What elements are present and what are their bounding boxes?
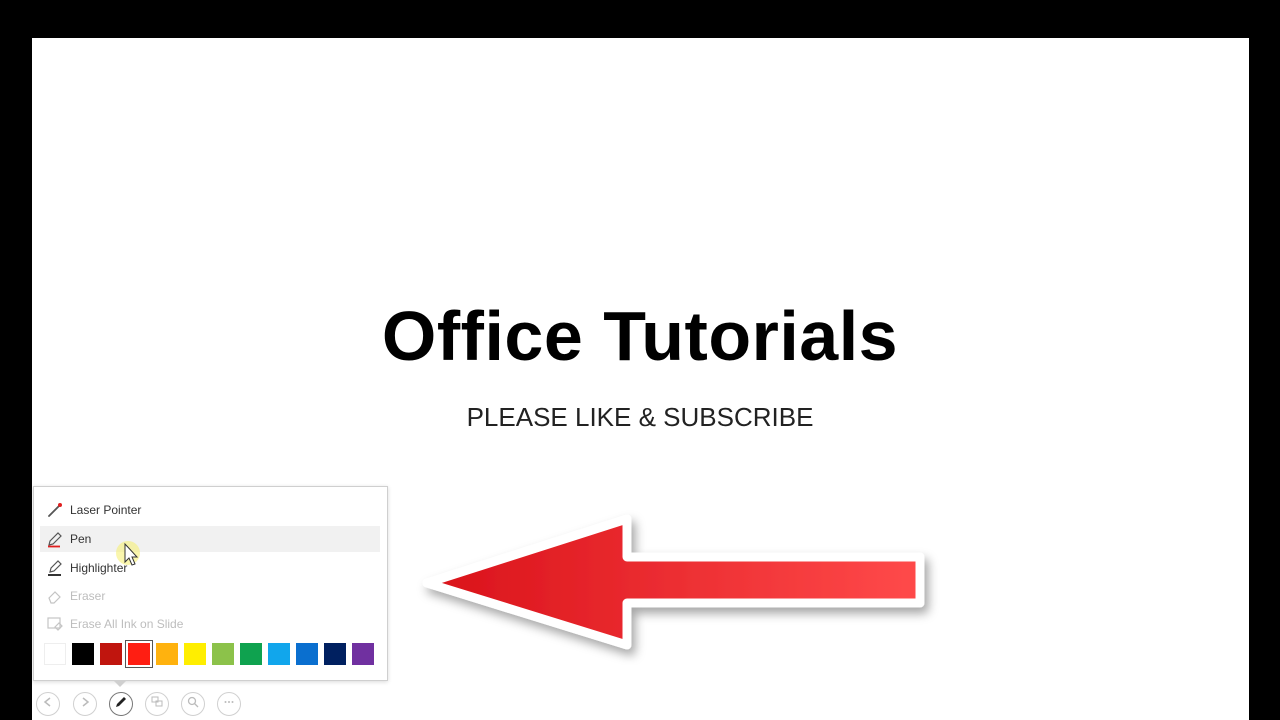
menu-item-erase-all-ink[interactable]: Erase All Ink on Slide xyxy=(40,611,380,637)
slideshow-toolbar xyxy=(30,690,260,720)
menu-item-laser-pointer[interactable]: Laser Pointer xyxy=(40,497,380,523)
see-all-slides-button[interactable] xyxy=(145,692,169,716)
laser-pointer-icon xyxy=(44,499,66,521)
color-swatch[interactable] xyxy=(352,643,374,665)
previous-slide-button[interactable] xyxy=(36,692,60,716)
color-swatch[interactable] xyxy=(125,640,153,668)
color-swatch[interactable] xyxy=(296,643,318,665)
erase-all-icon xyxy=(44,613,66,635)
menu-item-eraser[interactable]: Eraser xyxy=(40,583,380,609)
color-swatch[interactable] xyxy=(184,643,206,665)
next-icon xyxy=(79,695,91,713)
pen-icon xyxy=(44,528,66,550)
menu-item-label: Eraser xyxy=(70,589,106,603)
mouse-cursor-icon xyxy=(116,541,140,566)
highlighter-icon xyxy=(44,557,66,579)
menu-item-label: Laser Pointer xyxy=(70,503,142,517)
menu-item-highlighter[interactable]: Highlighter xyxy=(40,555,380,581)
screen: Office Tutorials PLEASE LIKE & SUBSCRIBE… xyxy=(0,0,1280,720)
next-slide-button[interactable] xyxy=(73,692,97,716)
eraser-icon xyxy=(44,585,66,607)
menu-item-pen[interactable]: Pen xyxy=(40,526,380,552)
slide-title: Office Tutorials xyxy=(381,297,899,375)
more-options-button[interactable] xyxy=(217,692,241,716)
zoom-button[interactable] xyxy=(181,692,205,716)
color-swatch[interactable] xyxy=(72,643,94,665)
menu-item-label: Erase All Ink on Slide xyxy=(70,617,184,631)
zoom-icon xyxy=(187,695,199,713)
menu-pointer-caret xyxy=(113,680,127,687)
more-options-icon xyxy=(223,695,235,713)
red-pointer-arrow-icon xyxy=(422,514,925,650)
previous-icon xyxy=(42,695,54,713)
color-swatch[interactable] xyxy=(268,643,290,665)
menu-item-label: Pen xyxy=(70,532,92,546)
pen-tool-button[interactable] xyxy=(109,692,133,716)
pen-options-menu: Laser Pointer Pen Highlighter Eraser Era… xyxy=(33,486,388,681)
color-swatch[interactable] xyxy=(156,643,178,665)
color-swatch[interactable] xyxy=(324,643,346,665)
color-swatch[interactable] xyxy=(44,643,66,665)
color-swatch[interactable] xyxy=(100,643,122,665)
all-slides-icon xyxy=(151,695,163,713)
color-swatch[interactable] xyxy=(212,643,234,665)
slide-subtitle: PLEASE LIKE & SUBSCRIBE xyxy=(466,402,814,432)
color-swatch[interactable] xyxy=(240,643,262,665)
pen-tool-icon xyxy=(114,695,128,714)
